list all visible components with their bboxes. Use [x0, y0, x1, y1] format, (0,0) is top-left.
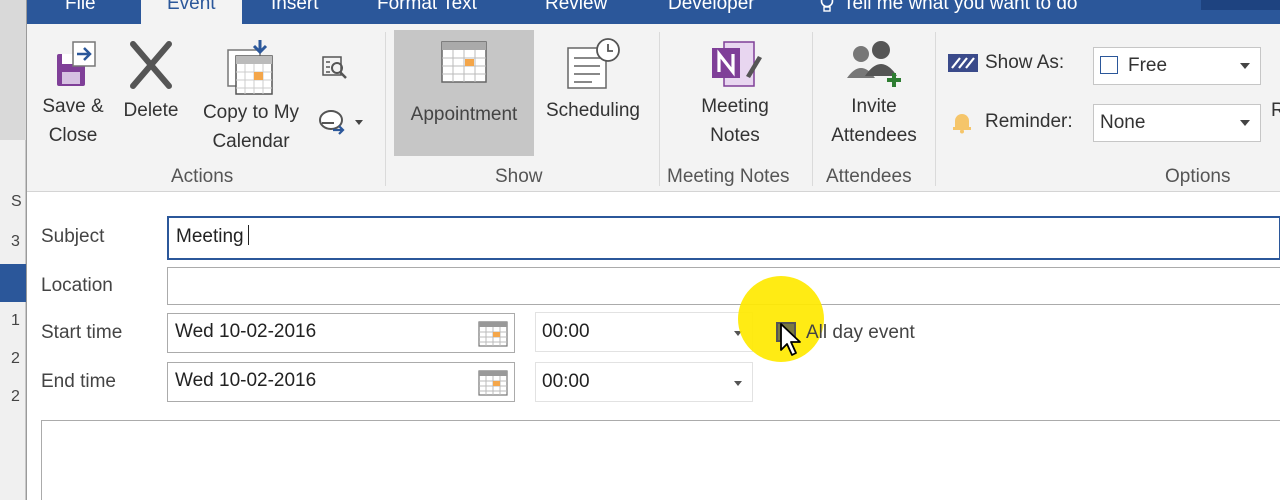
lightbulb-icon — [820, 0, 834, 12]
start-date-value: Wed 10-02-2016 — [175, 321, 317, 342]
meeting-notes-label-2: Notes — [710, 125, 760, 146]
appointment-label: Appointment — [410, 104, 518, 125]
end-date-value: Wed 10-02-2016 — [175, 370, 317, 391]
invite-attendees-button[interactable]: Invite Attendees — [819, 36, 929, 150]
event-window: File Event Insert Format Text Review Dev… — [26, 0, 1280, 500]
group-separator — [812, 32, 813, 186]
meeting-notes-label-1: Meeting — [701, 96, 769, 117]
calendar-picker-icon[interactable] — [478, 321, 508, 347]
all-day-label: All day event — [806, 322, 915, 343]
background-selected-row — [0, 264, 26, 302]
scheduling-label: Scheduling — [545, 100, 641, 121]
text-caret — [247, 225, 250, 245]
tell-me-box[interactable]: Tell me what you want to do — [819, 0, 1077, 16]
group-label-actions: Actions — [171, 166, 234, 187]
copy-label-2: Calendar — [212, 131, 290, 152]
appointment-button[interactable]: Appointment — [394, 30, 534, 156]
save-close-label-1: Save & — [42, 96, 104, 117]
browse-icon[interactable] — [321, 54, 349, 80]
copy-label-1: Copy to My — [202, 102, 300, 123]
calendar-picker-icon[interactable] — [478, 370, 508, 396]
reminder-bell-icon — [953, 114, 971, 134]
invite-label-1: Invite — [851, 96, 897, 117]
show-as-icon — [948, 54, 978, 72]
show-as-label: Show As: — [985, 52, 1065, 73]
ribbon-tab-bar: File Event Insert Format Text Review Dev… — [27, 0, 1280, 24]
end-date-field[interactable]: Wed 10-02-2016 — [167, 362, 515, 402]
window-controls[interactable] — [1201, 0, 1280, 10]
delete-icon — [130, 41, 172, 89]
ribbon: Save & Close Delete Copy to My Calendar … — [27, 24, 1280, 192]
end-time-label: End time — [41, 371, 116, 392]
forward-icon — [319, 110, 345, 135]
start-date-field[interactable]: Wed 10-02-2016 — [167, 313, 515, 353]
chevron-down-icon — [1240, 63, 1250, 69]
group-label-attendees: Attendees — [826, 166, 912, 187]
tab-insert[interactable]: Insert — [271, 0, 319, 16]
group-separator — [935, 32, 936, 186]
tab-developer[interactable]: Developer — [668, 0, 755, 16]
show-as-dropdown[interactable]: Free — [1093, 47, 1261, 85]
forward-dropdown-button[interactable] — [317, 108, 367, 138]
group-separator — [385, 32, 386, 186]
meeting-notes-button[interactable]: Meeting Notes — [675, 36, 795, 150]
group-label-show: Show — [495, 166, 543, 187]
location-field[interactable] — [167, 267, 1280, 305]
invite-attendees-icon — [847, 41, 901, 87]
outlook-event-window: S 3 1 2 2 File Event Insert Format Text … — [0, 0, 1280, 500]
onenote-icon — [712, 41, 762, 87]
subject-field[interactable]: Meeting — [167, 216, 1280, 260]
background-letter: 2 — [11, 350, 20, 367]
appointment-icon — [441, 41, 487, 83]
mouse-cursor-icon — [780, 323, 801, 356]
reminder-value: None — [1100, 112, 1146, 133]
reminder-label: Reminder: — [985, 111, 1073, 132]
end-time-value: 00:00 — [542, 371, 590, 392]
group-separator — [659, 32, 660, 186]
tab-event[interactable]: Event — [141, 0, 242, 24]
start-time-label: Start time — [41, 322, 123, 343]
background-letter: 3 — [11, 233, 20, 250]
copy-to-my-calendar-button[interactable]: Copy to My Calendar — [191, 36, 311, 156]
cut-off-option-label: R — [1271, 100, 1280, 121]
subject-label: Subject — [41, 226, 105, 247]
reminder-row: Reminder: — [951, 110, 1073, 134]
start-time-dropdown[interactable]: 00:00 — [535, 312, 753, 352]
background-window-header — [0, 0, 26, 140]
tab-file[interactable]: File — [65, 0, 96, 16]
invite-label-2: Attendees — [831, 125, 917, 146]
delete-button[interactable]: Delete — [117, 36, 185, 125]
delete-label: Delete — [123, 100, 179, 121]
show-as-row: Show As: — [947, 52, 1064, 74]
background-letter: 2 — [11, 388, 20, 405]
background-window-strip: S 3 1 2 2 — [0, 0, 26, 500]
tab-review[interactable]: Review — [545, 0, 607, 16]
save-close-button[interactable]: Save & Close — [35, 36, 111, 150]
tell-me-text: Tell me what you want to do — [843, 0, 1078, 14]
show-as-value: Free — [1128, 55, 1168, 76]
reminder-dropdown[interactable]: None — [1093, 104, 1261, 142]
background-letter: S — [11, 193, 22, 210]
chevron-down-icon — [1240, 120, 1250, 126]
save-close-icon — [57, 41, 96, 86]
scheduling-button[interactable]: Scheduling — [537, 36, 649, 125]
location-label: Location — [41, 275, 113, 296]
end-time-dropdown[interactable]: 00:00 — [535, 362, 753, 402]
chevron-down-icon — [355, 120, 363, 125]
save-close-label-2: Close — [48, 125, 98, 146]
event-body-editor[interactable] — [41, 420, 1280, 500]
start-time-value: 00:00 — [542, 321, 590, 342]
group-label-options: Options — [1165, 166, 1231, 187]
subject-value: Meeting — [176, 226, 244, 247]
copy-calendar-icon — [227, 40, 273, 95]
scheduling-icon — [567, 38, 620, 89]
chevron-down-icon — [734, 381, 742, 386]
background-letter: 1 — [11, 312, 20, 329]
tab-format-text[interactable]: Format Text — [377, 0, 477, 16]
free-status-swatch — [1100, 56, 1118, 74]
group-label-meeting-notes: Meeting Notes — [667, 166, 790, 187]
